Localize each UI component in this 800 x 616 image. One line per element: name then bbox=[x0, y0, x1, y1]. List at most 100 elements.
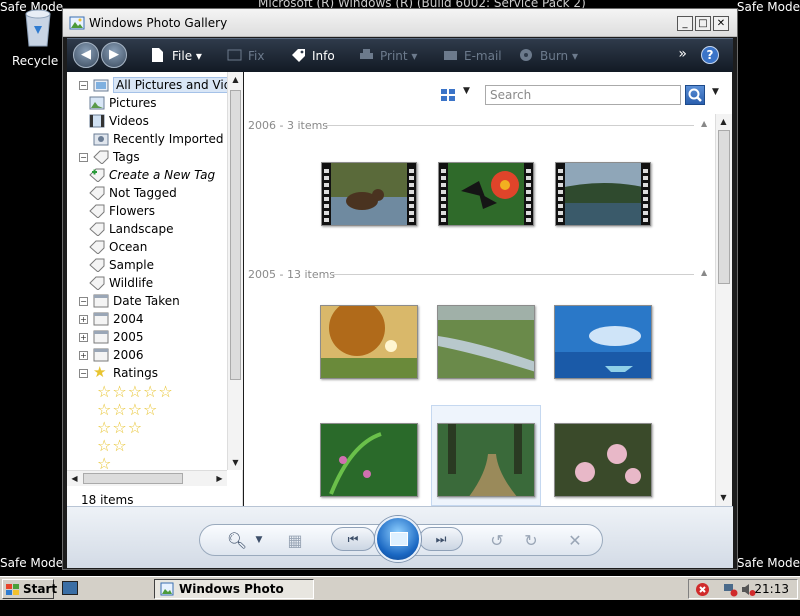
help-button[interactable]: ? bbox=[701, 46, 719, 64]
scroll-down-arrow-icon[interactable]: ▼ bbox=[716, 490, 731, 505]
group-collapse-icon[interactable]: ▲ bbox=[701, 268, 707, 277]
back-button[interactable]: ◀ bbox=[73, 42, 99, 68]
filmstrip-edge-icon bbox=[322, 163, 331, 225]
email-button[interactable]: E-mail bbox=[443, 48, 502, 63]
picture-icon bbox=[89, 96, 105, 110]
view-thumbnails-icon[interactable] bbox=[440, 88, 456, 102]
taskbar: Start Windows Photo Gallery 21:13 bbox=[0, 576, 800, 614]
tag-icon bbox=[89, 258, 105, 273]
file-icon bbox=[151, 48, 166, 62]
collapse-icon[interactable]: − bbox=[79, 297, 88, 306]
tag-icon bbox=[89, 222, 105, 237]
green-ferns-thumbnail bbox=[320, 423, 418, 497]
forest-path-thumbnail bbox=[437, 423, 535, 497]
group-divider bbox=[324, 125, 694, 126]
taskbar-photo-gallery-button[interactable]: Windows Photo Gallery bbox=[154, 579, 314, 614]
search-button[interactable] bbox=[685, 85, 705, 105]
rating-4-stars[interactable]: ☆☆☆☆ bbox=[97, 400, 158, 419]
bear-video-thumbnail bbox=[321, 162, 417, 226]
photo-gallery-window: Windows Photo Gallery _ □ ✕ ◀ ▶ File ▾ F… bbox=[62, 8, 738, 570]
zoom-icon[interactable]: 🔍︎ bbox=[226, 531, 248, 550]
collapse-icon[interactable]: − bbox=[79, 81, 88, 90]
fix-icon bbox=[227, 48, 242, 62]
title-bar[interactable]: Windows Photo Gallery _ □ ✕ bbox=[63, 9, 737, 37]
file-menu-button[interactable]: File ▾ bbox=[151, 48, 202, 63]
filmstrip-edge-icon bbox=[556, 163, 565, 225]
search-options-dropdown-icon[interactable]: ▼ bbox=[712, 87, 719, 97]
recycle-bin-icon bbox=[22, 6, 54, 48]
tree-hscroll-thumb[interactable] bbox=[83, 473, 183, 484]
scroll-up-arrow-icon[interactable]: ▲ bbox=[228, 72, 243, 87]
tag-icon bbox=[93, 150, 109, 165]
start-button[interactable]: Start bbox=[2, 579, 58, 599]
scroll-up-arrow-icon[interactable]: ▲ bbox=[716, 114, 731, 129]
next-button[interactable]: ⏭︎ bbox=[419, 527, 463, 551]
star-icon: ★ bbox=[93, 363, 107, 381]
view-options-dropdown-icon[interactable]: ▼ bbox=[463, 86, 470, 96]
previous-button[interactable]: ⏮︎ bbox=[331, 527, 375, 551]
filmstrip-edge-icon bbox=[407, 163, 416, 225]
group-header-2006[interactable]: 2006 - 3 items bbox=[248, 119, 328, 132]
info-tag-icon bbox=[291, 48, 306, 62]
forward-button[interactable]: ▶ bbox=[101, 42, 127, 68]
gallery-scroll-thumb[interactable] bbox=[718, 130, 730, 284]
minimize-button[interactable]: _ bbox=[677, 16, 693, 31]
clock: 21:13 bbox=[754, 582, 789, 596]
collapse-icon[interactable]: − bbox=[79, 153, 88, 162]
more-commands-button[interactable]: » bbox=[678, 46, 687, 62]
safe-mode-label-top-right: Safe Mode bbox=[736, 0, 800, 14]
scroll-down-arrow-icon[interactable]: ▼ bbox=[228, 455, 243, 470]
info-button[interactable]: Info bbox=[291, 48, 335, 63]
start-label: Start bbox=[23, 582, 58, 596]
tree-scroll-thumb[interactable] bbox=[230, 90, 241, 380]
slideshow-icon bbox=[390, 532, 408, 546]
network-icon[interactable] bbox=[723, 582, 738, 597]
burn-button[interactable]: Burn ▾ bbox=[519, 48, 578, 63]
delete-icon[interactable]: ✕ bbox=[564, 531, 586, 550]
fix-button[interactable]: Fix bbox=[227, 48, 264, 63]
recycle-bin[interactable]: Recycle Bin bbox=[8, 6, 81, 68]
thumbnail-pane: ▼ ▼ 2006 - 3 items ▲ bbox=[244, 72, 732, 506]
playback-control-bar: 🔍︎ ▼ ▦ ↺ ↻ ✕ ⏮︎ ⏭︎ bbox=[67, 506, 733, 568]
rating-3-stars[interactable]: ☆☆☆ bbox=[97, 418, 143, 437]
show-desktop-icon[interactable] bbox=[62, 581, 78, 595]
scroll-right-arrow-icon[interactable]: ▶ bbox=[212, 471, 227, 486]
calendar-icon bbox=[93, 312, 109, 326]
expand-icon[interactable]: + bbox=[79, 315, 88, 324]
expand-icon[interactable]: + bbox=[79, 333, 88, 342]
expand-icon[interactable]: + bbox=[79, 351, 88, 360]
search-input[interactable] bbox=[485, 85, 681, 105]
tree-vertical-scrollbar[interactable]: ▲ ▼ bbox=[227, 72, 243, 470]
maximize-button[interactable]: □ bbox=[695, 16, 711, 31]
burn-icon bbox=[519, 48, 534, 62]
play-slideshow-button[interactable] bbox=[375, 516, 421, 562]
rating-1-star[interactable]: ☆ bbox=[97, 454, 112, 470]
actual-size-icon[interactable]: ▦ bbox=[284, 531, 306, 550]
navigation-tree: − All Pictures and Videos Pictures Video… bbox=[67, 72, 227, 470]
security-alert-icon[interactable] bbox=[695, 582, 710, 597]
zoom-dropdown-icon[interactable]: ▼ bbox=[248, 535, 270, 545]
rating-2-stars[interactable]: ☆☆ bbox=[97, 436, 128, 455]
tree-horizontal-scrollbar[interactable]: ◀ ▶ bbox=[67, 470, 227, 486]
window-title: Windows Photo Gallery bbox=[89, 16, 228, 30]
group-header-2005[interactable]: 2005 - 13 items bbox=[248, 268, 335, 281]
windows-logo-icon bbox=[6, 583, 20, 595]
filmstrip-edge-icon bbox=[439, 163, 448, 225]
photo-gallery-app-icon bbox=[69, 15, 85, 31]
print-button[interactable]: Print ▾ bbox=[359, 48, 417, 63]
pink-flowers-thumbnail bbox=[554, 423, 652, 497]
lake-video-thumbnail bbox=[555, 162, 651, 226]
rating-5-stars[interactable]: ☆☆☆☆☆ bbox=[97, 382, 174, 401]
rotate-left-icon[interactable]: ↺ bbox=[486, 531, 508, 550]
butterfly-video-thumbnail bbox=[438, 162, 534, 226]
scroll-left-arrow-icon[interactable]: ◀ bbox=[67, 471, 82, 486]
group-collapse-icon[interactable]: ▲ bbox=[701, 119, 707, 128]
collapse-icon[interactable]: − bbox=[79, 369, 88, 378]
gallery-vertical-scrollbar[interactable]: ▲ ▼ bbox=[715, 114, 732, 506]
recently-imported-icon bbox=[93, 132, 109, 146]
calendar-icon bbox=[93, 294, 109, 308]
close-button[interactable]: ✕ bbox=[713, 16, 729, 31]
video-icon bbox=[89, 114, 105, 128]
navigation-pane: − All Pictures and Videos Pictures Video… bbox=[67, 72, 243, 507]
rotate-right-icon[interactable]: ↻ bbox=[520, 531, 542, 550]
